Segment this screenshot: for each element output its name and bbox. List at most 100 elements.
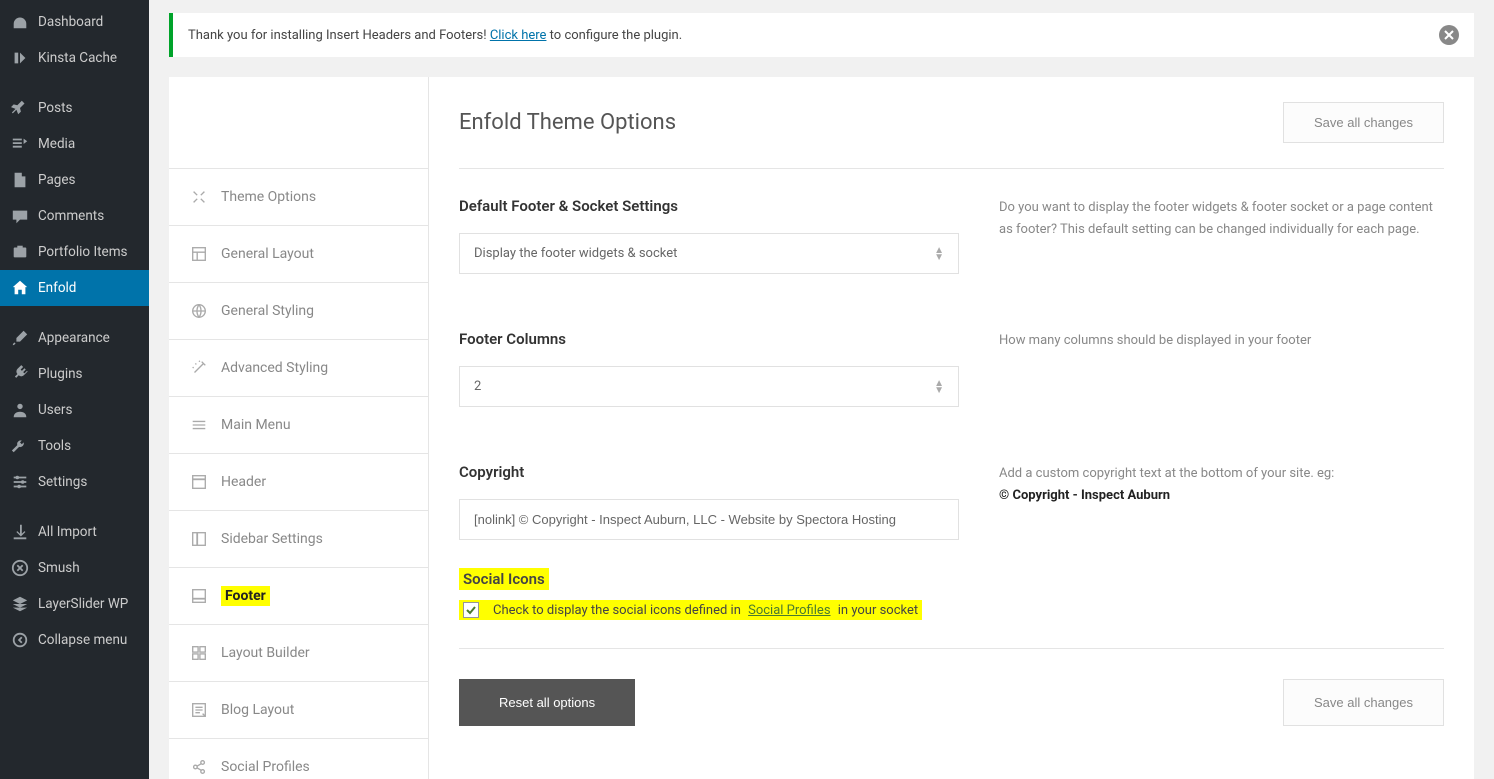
main-content: Thank you for installing Insert Headers … [149,0,1494,779]
sidenav-label: Header [221,474,266,490]
wp-menu-label: Settings [38,474,87,490]
reset-button[interactable]: Reset all options [459,679,635,726]
notice-dismiss-button[interactable] [1439,25,1459,45]
dashboard-icon [10,12,30,32]
header-icon [189,472,209,492]
wp-menu-appearance[interactable]: Appearance [0,320,149,356]
sidenav-footer[interactable]: Footer [169,568,428,625]
sidenav-layout-builder[interactable]: Layout Builder [169,625,428,682]
select-arrows-icon: ▲▼ [934,380,944,394]
comment-icon [10,206,30,226]
footer-settings-hint: Do you want to display the footer widget… [959,197,1444,274]
wp-menu-settings[interactable]: Settings [0,464,149,500]
brush-icon [10,328,30,348]
smush-icon [10,558,30,578]
blog-icon [189,700,209,720]
social-icons-checkbox[interactable] [463,602,479,618]
panel-header: Enfold Theme Options Save all changes [459,77,1444,169]
wp-menu-users[interactable]: Users [0,392,149,428]
panel-logo-area [169,77,428,169]
save-button-top[interactable]: Save all changes [1283,102,1444,143]
sidenav-label: Social Profiles [221,759,310,775]
save-button-bottom[interactable]: Save all changes [1283,679,1444,726]
sidenav-label: Advanced Styling [221,360,328,376]
sidenav-header[interactable]: Header [169,454,428,511]
social-icons-text: Check to display the social icons define… [493,603,918,618]
menu-icon [189,415,209,435]
wp-menu-portfolio[interactable]: Portfolio Items [0,234,149,270]
copyright-label: Copyright [459,463,959,481]
portfolio-icon [10,242,30,262]
sidenav-advanced-styling[interactable]: Advanced Styling [169,340,428,397]
wp-menu-posts[interactable]: Posts [0,90,149,126]
layout-icon [189,244,209,264]
panel-content: Enfold Theme Options Save all changes De… [429,77,1474,779]
sliders-icon [10,472,30,492]
sidenav-sidebar-settings[interactable]: Sidebar Settings [169,511,428,568]
wp-menu-label: Media [38,136,75,152]
wp-menu-label: Enfold [38,280,76,296]
wp-menu-label: Pages [38,172,76,188]
panel-sidebar: Theme Options General Layout General Styli… [169,77,429,779]
home-icon [10,278,30,298]
sidenav-social-profiles[interactable]: Social Profiles [169,739,428,779]
wp-menu-label: Plugins [38,366,83,382]
social-icon [189,757,209,777]
wp-admin-sidebar: Dashboard Kinsta Cache Posts Media Pages Comm… [0,0,149,779]
wrench-icon [10,436,30,456]
wp-menu-allimport[interactable]: All Import [0,514,149,550]
wp-menu-label: Posts [38,100,72,116]
footer-settings-select[interactable]: Display the footer widgets & socket ▲▼ [459,233,959,274]
notice-link[interactable]: Click here [490,28,547,43]
wp-menu-collapse[interactable]: Collapse menu [0,622,149,658]
social-profiles-link[interactable]: Social Profiles [748,603,830,618]
pin-icon [10,98,30,118]
footer-columns-select[interactable]: 2 ▲▼ [459,366,959,407]
wp-menu-label: Smush [38,560,80,576]
wp-menu-media[interactable]: Media [0,126,149,162]
wp-menu-enfold[interactable]: Enfold [0,270,149,306]
wp-menu-dashboard[interactable]: Dashboard [0,4,149,40]
social-icons-label: Social Icons [459,568,549,590]
sidenav-label: General Styling [221,303,314,319]
panel-title: Enfold Theme Options [459,110,676,135]
options-panel: Theme Options General Layout General Styli… [169,77,1474,779]
globe-icon [189,301,209,321]
tools-icon [189,187,209,207]
wp-menu-label: Kinsta Cache [38,50,117,66]
wp-menu-smush[interactable]: Smush [0,550,149,586]
wp-menu-label: Collapse menu [38,632,127,648]
plug-icon [10,364,30,384]
wp-menu-label: Appearance [38,330,110,346]
wp-menu-label: Comments [38,208,104,224]
sidenav-label: Theme Options [221,189,316,205]
copyright-input[interactable] [459,499,959,540]
sidenav-label: Main Menu [221,417,291,433]
collapse-icon [10,630,30,650]
sidenav-general-styling[interactable]: General Styling [169,283,428,340]
user-icon [10,400,30,420]
footer-settings-label: Default Footer & Socket Settings [459,197,959,215]
sidenav-label: Sidebar Settings [221,531,323,547]
wp-menu-kinsta[interactable]: Kinsta Cache [0,40,149,76]
sidenav-theme-options[interactable]: Theme Options [169,169,428,226]
wp-menu-label: All Import [38,524,97,540]
wp-menu-layerslider[interactable]: LayerSlider WP [0,586,149,622]
layers-icon [10,594,30,614]
sidenav-label: Layout Builder [221,645,310,661]
wp-menu-tools[interactable]: Tools [0,428,149,464]
notice-banner: Thank you for installing Insert Headers … [169,13,1474,57]
download-icon [10,522,30,542]
page-icon [10,170,30,190]
sidenav-general-layout[interactable]: General Layout [169,226,428,283]
media-icon [10,134,30,154]
wp-menu-plugins[interactable]: Plugins [0,356,149,392]
wp-menu-pages[interactable]: Pages [0,162,149,198]
wp-menu-label: Users [38,402,72,418]
wp-menu-label: Dashboard [38,14,103,30]
copyright-hint: Add a custom copyright text at the botto… [959,463,1444,540]
wp-menu-comments[interactable]: Comments [0,198,149,234]
sidenav-label: Footer [221,586,270,606]
sidenav-blog-layout[interactable]: Blog Layout [169,682,428,739]
sidenav-main-menu[interactable]: Main Menu [169,397,428,454]
